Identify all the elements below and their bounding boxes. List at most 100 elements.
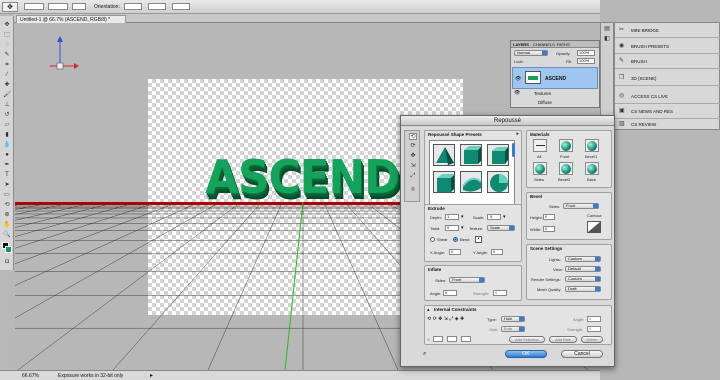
preset-thumbnail[interactable] — [487, 171, 509, 193]
marquee-tool-icon[interactable]: ⬚ — [3, 32, 11, 39]
zoom-tool-icon[interactable]: 🔍 — [3, 232, 11, 239]
stamp-tool-icon[interactable]: ⊥ — [3, 102, 11, 109]
material-back-swatch[interactable] — [585, 162, 599, 175]
dodge-tool-icon[interactable]: ● — [3, 152, 11, 159]
bevel-width-field[interactable]: 0 — [543, 226, 555, 232]
mesh-quality-select[interactable]: Draft — [565, 286, 601, 292]
3d-rotate-tool-icon[interactable]: ⟲ — [3, 202, 11, 209]
tab-channels[interactable]: CHANNELS — [533, 42, 555, 47]
preset-thumbnail[interactable] — [433, 144, 455, 166]
shear-radio[interactable] — [430, 237, 435, 242]
inflate-sides-select[interactable]: Front — [449, 277, 485, 283]
type-tool-icon[interactable]: T — [3, 172, 11, 179]
option-field-2[interactable] — [48, 3, 68, 10]
collapse-triangle-icon[interactable]: ▴ — [427, 307, 430, 313]
constraint-angle-field[interactable]: 0 — [587, 316, 601, 322]
twist-arrow-icon[interactable]: ▾ — [461, 225, 464, 231]
texture-select[interactable]: Scale — [487, 225, 515, 231]
orientation-x[interactable] — [124, 3, 142, 10]
roll-object-icon[interactable]: ⟳ — [409, 143, 417, 150]
tool-preset-icon[interactable]: ✥ — [2, 2, 18, 12]
path-select-tool-icon[interactable]: ➤ — [3, 182, 11, 189]
gradient-tool-icon[interactable]: ▮ — [3, 132, 11, 139]
constraint-type-select[interactable]: Hole — [501, 316, 525, 322]
depth-field[interactable]: 1 — [445, 214, 459, 220]
brush-tool-icon[interactable]: 🖌 — [3, 92, 11, 99]
material-sides-swatch[interactable] — [533, 162, 547, 175]
orientation-y[interactable] — [148, 3, 166, 10]
orientation-z[interactable] — [172, 3, 190, 10]
material-bevel2-swatch[interactable] — [559, 162, 573, 175]
dock-item-brush-presets[interactable]: ◉ BRUSH PRESETS — [615, 39, 720, 54]
tab-layers[interactable]: LAYERS — [513, 42, 529, 47]
channels-panel-icon[interactable]: ◧ — [603, 36, 611, 43]
opacity-field[interactable]: 100% — [577, 50, 595, 56]
y-angle-field[interactable]: 0 — [491, 249, 503, 255]
add-selection-button[interactable]: Add Selection — [509, 336, 545, 343]
tab-paths[interactable]: PATHS — [557, 42, 570, 47]
scale-object-icon[interactable]: ⤢ — [409, 173, 417, 180]
history-brush-tool-icon[interactable]: ↺ — [3, 112, 11, 119]
view-select[interactable]: Default — [565, 266, 601, 272]
preset-thumbnail[interactable] — [460, 144, 482, 166]
add-path-button[interactable]: Add Path — [549, 336, 577, 343]
constraint-x-field[interactable] — [433, 336, 443, 342]
layer-row[interactable]: 👁 ASCEND — [512, 67, 598, 89]
zoom-level[interactable]: 66.67% — [22, 373, 39, 379]
hand-tool-icon[interactable]: ✋ — [3, 222, 11, 229]
constraint-tool-icons[interactable]: ⟲ ⟳ ✥ ⇲ ⤢ ◈ ✚ — [427, 316, 464, 322]
eraser-tool-icon[interactable]: ▱ — [3, 122, 11, 129]
eye-icon[interactable]: 👁 — [514, 90, 520, 96]
blend-mode-select[interactable]: Normal — [514, 50, 548, 56]
layers-panel-icon[interactable]: ▤ — [603, 26, 611, 33]
eyedropper-tool-icon[interactable]: ⁄ — [3, 72, 11, 79]
bend-radio[interactable] — [453, 237, 458, 242]
presets-scrollbar[interactable] — [512, 143, 515, 157]
3d-axis-widget[interactable] — [40, 34, 80, 74]
preset-thumbnail[interactable] — [433, 171, 455, 193]
contour-picker[interactable] — [587, 221, 601, 233]
dialog-titlebar[interactable]: Repoussé — [401, 116, 614, 126]
camera-icon[interactable]: ⌾ — [409, 187, 417, 194]
delete-button[interactable]: Delete — [581, 336, 603, 343]
material-bevel1-swatch[interactable] — [585, 139, 599, 152]
presets-menu-icon[interactable]: ▸ — [516, 131, 519, 137]
drag-object-icon[interactable]: ✥ — [409, 153, 417, 160]
crop-tool-icon[interactable]: ⌗ — [3, 62, 11, 69]
sublayer-row[interactable]: 👁 Textures — [512, 90, 598, 98]
dock-item-3d-scene[interactable]: ❒ 3D {SCENE} — [615, 71, 720, 86]
3d-text-object[interactable]: ASCEND — [205, 150, 400, 204]
render-settings-select[interactable]: Custom — [565, 276, 601, 282]
preset-thumbnail[interactable] — [487, 144, 509, 166]
option-field-3[interactable] — [72, 3, 86, 10]
dock-item-cs-live[interactable]: ◎ ACCESS CS LIVE — [615, 89, 720, 104]
background-color-swatch[interactable] — [5, 246, 12, 253]
bevel-height-field[interactable]: 0 — [543, 214, 555, 220]
material-front-swatch[interactable] — [559, 139, 573, 152]
twist-field[interactable]: 0 — [445, 225, 459, 231]
dock-item-mini-bridge[interactable]: ✂ MINI BRIDGE — [615, 23, 720, 38]
quick-mask-icon[interactable]: ◘ — [3, 259, 11, 266]
depth-arrow-icon[interactable]: ▾ — [461, 214, 464, 220]
quick-select-tool-icon[interactable]: ✎ — [3, 52, 11, 59]
status-arrow-icon[interactable]: ▸ — [150, 372, 153, 379]
inflate-angle-field[interactable]: 0 — [443, 290, 457, 296]
healing-tool-icon[interactable]: ✚ — [3, 82, 11, 89]
cancel-button[interactable]: Cancel — [561, 350, 603, 358]
scale-arrow-icon[interactable]: ▾ — [503, 214, 506, 220]
sublayer-row[interactable]: Diffuse — [512, 99, 598, 107]
slide-object-icon[interactable]: ⇲ — [409, 163, 417, 170]
constraint-side-select[interactable]: Both — [501, 326, 525, 332]
lasso-tool-icon[interactable]: ◌ — [3, 42, 11, 49]
constraint-y-field[interactable] — [447, 336, 457, 342]
document-tab[interactable]: Untitled-1 @ 66.7% (ASCEND, RGB/8) * — [16, 15, 126, 23]
lights-select[interactable]: Custom — [565, 256, 601, 262]
move-tool-icon[interactable]: ✥ — [3, 22, 11, 29]
dock-item-cs-review[interactable]: ▥ CS REVIEW — [615, 117, 720, 132]
constraint-strength-field[interactable]: 0 — [587, 326, 601, 332]
eye-icon[interactable]: 👁 — [515, 76, 521, 82]
inflate-strength-field[interactable]: 0 — [493, 290, 507, 296]
material-all-swatch[interactable] — [533, 139, 547, 152]
3d-orbit-tool-icon[interactable]: ⊛ — [3, 212, 11, 219]
blur-tool-icon[interactable]: 💧 — [3, 142, 11, 149]
